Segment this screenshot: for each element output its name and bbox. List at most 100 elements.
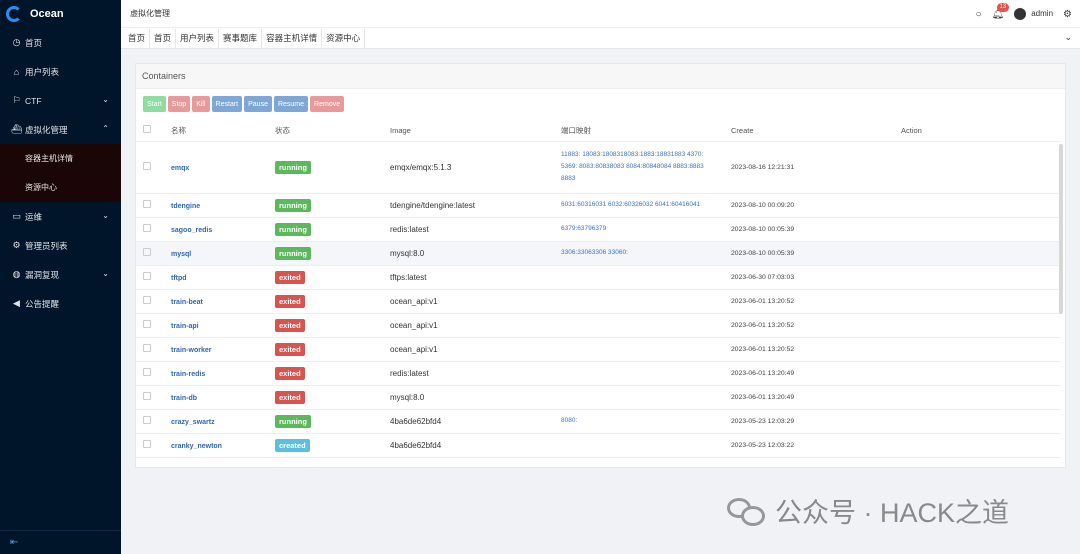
port-mapping-text: 6031:60316031 6032:60326032 6041:6041604… [561, 201, 701, 208]
row-checkbox[interactable] [143, 224, 151, 232]
chevron-icon: ⌄ [102, 211, 109, 220]
sidebar-item-label: 漏洞复现 [25, 269, 60, 280]
stop-button[interactable]: Stop [167, 96, 191, 112]
table-row[interactable]: train-db exited mysql:8.0 2023-06-01 13:20:… [136, 385, 1061, 410]
restart-button[interactable]: Restart [211, 96, 243, 112]
remove-button[interactable]: Remove [310, 96, 345, 112]
status-badge: running [275, 246, 311, 260]
sidebar-item-monitor[interactable]: ▭ 运维 ⌄ [0, 202, 121, 231]
user-menu[interactable]: admin [1014, 8, 1053, 20]
row-checkbox[interactable] [143, 440, 151, 448]
start-button[interactable]: Start [143, 96, 166, 112]
table-row[interactable]: emqx running emqx/emqx:5.1.3 11883: 18083:1… [136, 141, 1061, 194]
search-icon[interactable]: ○ [975, 9, 981, 20]
port-mapping[interactable] [561, 361, 731, 386]
app-logo[interactable]: Ocean [0, 0, 121, 28]
row-checkbox[interactable] [143, 368, 151, 376]
resume-button[interactable]: Resume [273, 96, 309, 112]
table-row[interactable]: train-redis exited redis:latest 2023-06-01 … [136, 361, 1061, 386]
table-row[interactable]: train-beat exited ocean_api:v1 2023-06-01 1… [136, 289, 1061, 314]
port-mapping[interactable]: 8080: [561, 409, 731, 434]
sidebar-item-label: CTF [25, 95, 42, 106]
tab[interactable]: 首页 [150, 28, 177, 48]
row-checkbox[interactable] [143, 344, 151, 352]
tab[interactable]: 资源中心 [322, 28, 366, 48]
port-mapping[interactable] [561, 289, 731, 314]
table-row[interactable]: train-api exited ocean_api:v1 2023-06-01 13… [136, 313, 1061, 338]
row-checkbox[interactable] [143, 392, 151, 400]
status-badge: running [275, 160, 311, 174]
sidebar: Ocean ◷ 首页 ⌂ 用户列表 ⚐ CTF ⌄ ⛴ 虚拟化管理 ⌃ 容器主机详情 资源中心 ▭ 运… [0, 0, 121, 554]
table-row[interactable]: sagoo_redis running redis:latest 6379:63796… [136, 217, 1061, 242]
row-checkbox[interactable] [143, 416, 151, 424]
table-row[interactable]: tdengine running tdengine/tdengine:latest 6… [136, 193, 1061, 218]
port-mapping[interactable] [561, 337, 731, 362]
tab[interactable]: 首页 [124, 28, 151, 48]
table-scrollbar[interactable] [1059, 144, 1063, 314]
container-name[interactable]: cranky_newton [171, 443, 222, 450]
status-badge: running [275, 198, 311, 212]
select-all-checkbox[interactable] [143, 125, 151, 134]
kill-button[interactable]: Kill [192, 96, 210, 112]
container-image: ocean_api:v1 [390, 337, 561, 362]
row-checkbox[interactable] [143, 272, 151, 280]
sidebar-subitem[interactable]: 容器主机详情 [0, 144, 121, 173]
container-name[interactable]: train-beat [171, 299, 203, 306]
container-name[interactable]: emqx [171, 165, 189, 172]
created-time: 2023-05-23 12:03:22 [731, 433, 901, 458]
app-name: Ocean [30, 8, 64, 20]
container-name[interactable]: train-worker [171, 347, 211, 354]
pause-button[interactable]: Pause [244, 96, 272, 112]
tab[interactable]: 赛事题库 [219, 28, 263, 48]
notification-button[interactable]: 🔔︎ 13 [992, 2, 1010, 20]
table-row[interactable]: crazy_swartz running 4ba6de62bfd4 8080: 2023… [136, 409, 1061, 434]
container-name[interactable]: crazy_swartz [171, 419, 215, 426]
sidebar-item-dashboard[interactable]: ◷ 首页 [0, 28, 121, 57]
port-mapping[interactable] [561, 385, 731, 410]
created-time: 2023-08-16 12:21:31 [731, 141, 901, 194]
table-row[interactable]: cranky_newton created 4ba6de62bfd4 2023-05-… [136, 433, 1061, 458]
chevron-down-icon[interactable]: ⌄ [1064, 32, 1072, 43]
row-checkbox[interactable] [143, 296, 151, 304]
port-mapping[interactable]: 11883: 18083:1808318083:1883:18831883 43… [561, 141, 731, 194]
port-mapping[interactable]: 6379:63796379 [561, 217, 731, 242]
sidebar-item-megaphone[interactable]: ◀ 公告提醒 [0, 289, 121, 318]
settings-icon[interactable]: ⚙ [1063, 9, 1072, 20]
sidebar-item-home[interactable]: ⌂ 用户列表 [0, 57, 121, 86]
container-name[interactable]: mysql [171, 251, 191, 258]
container-name[interactable]: train-api [171, 323, 199, 330]
created-time: 2023-06-01 13:20:52 [731, 289, 901, 314]
port-mapping[interactable] [561, 313, 731, 338]
container-image: redis:latest [390, 217, 561, 242]
sidebar-item-flag[interactable]: ⚐ CTF ⌄ [0, 86, 121, 115]
monitor-icon: ▭ [12, 211, 21, 221]
table-row[interactable]: train-worker exited ocean_api:v1 2023-06-01… [136, 337, 1061, 362]
sidebar-item-globe[interactable]: ◍ 漏洞复现 ⌄ [0, 260, 121, 289]
sidebar-subitem[interactable]: 资源中心 [0, 173, 121, 202]
table-row[interactable]: tftpd exited tftps:latest 2023-06-30 07:03:… [136, 265, 1061, 290]
row-checkbox[interactable] [143, 200, 151, 208]
row-checkbox[interactable] [143, 248, 151, 256]
port-mapping[interactable]: 6031:60316031 6032:60326032 6041:6041604… [561, 193, 731, 218]
status-badge: exited [275, 318, 305, 332]
username: admin [1031, 9, 1054, 19]
home-icon: ⌂ [13, 66, 20, 77]
container-name[interactable]: train-redis [171, 371, 205, 378]
sidebar-item-ship[interactable]: ⛴ 虚拟化管理 ⌃ [0, 115, 121, 144]
row-checkbox[interactable] [143, 162, 151, 170]
port-mapping[interactable] [561, 433, 731, 458]
container-name[interactable]: tftpd [171, 275, 187, 282]
container-name[interactable]: sagoo_redis [171, 227, 212, 234]
port-mapping[interactable] [561, 265, 731, 290]
gear-icon: ⚙ [12, 240, 21, 250]
row-checkbox[interactable] [143, 320, 151, 328]
container-name[interactable]: train-db [171, 395, 197, 402]
tab[interactable]: 容器主机详情 [262, 28, 323, 48]
container-name[interactable]: tdengine [171, 203, 200, 210]
notification-badge: 13 [996, 2, 1010, 12]
table-row[interactable]: mysql running mysql:8.0 3306:33063306 33060… [136, 241, 1061, 266]
tab[interactable]: 用户列表 [176, 28, 220, 48]
sidebar-item-gear[interactable]: ⚙ 管理员列表 [0, 231, 121, 260]
port-mapping[interactable]: 3306:33063306 33060: [561, 241, 731, 266]
collapse-sidebar-button[interactable]: ⇤ [0, 530, 121, 554]
